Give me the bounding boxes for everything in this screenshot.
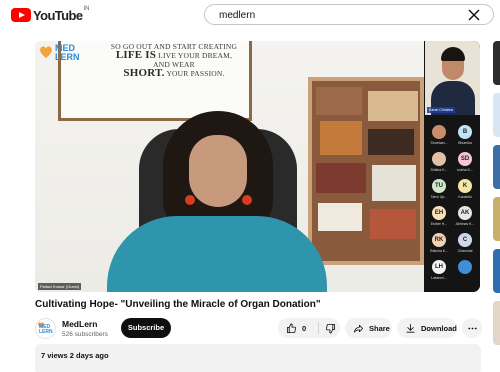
participant-tile: AK Abhinav K... [453,206,477,232]
thumbs-down-icon [326,323,336,333]
participant-tile: LH Lakshmi... [427,260,451,286]
recommendation-thumbnail[interactable] [493,249,500,293]
video-player[interactable]: SO GO OUT AND START CREATING LIFE IS LIV… [35,41,480,292]
participant-name: Chanchal [457,249,473,253]
participant-avatar: TU [432,179,446,193]
earring [185,195,195,205]
close-icon[interactable] [467,8,481,22]
participant-tile: RK Raksha K... [427,233,451,259]
poster-text: SO GO OUT AND START CREATING LIFE IS LIV… [110,42,238,79]
participant-name: sneha D... [457,168,473,172]
earring [242,195,252,205]
participant-name: Abhinav K... [455,222,475,226]
participant-tile: Shubhan... [427,125,451,151]
download-button[interactable]: Download [397,318,457,338]
country-code: IN [83,6,90,12]
youtube-play-icon [11,8,31,22]
subscribe-button[interactable]: Subscribe [121,318,171,338]
participant-avatar: EH [432,206,446,220]
participant-avatar: C [458,233,472,247]
channel-name[interactable]: MedLern [62,319,97,329]
recommendation-thumbnail[interactable] [493,301,500,345]
more-actions-button[interactable] [462,318,482,338]
participant-tile: K Kaushiki [453,179,477,205]
participant-name: Shikha K... [430,168,448,172]
like-button[interactable]: 0 [278,318,318,338]
participant-tile: C Chanchal [453,233,477,259]
participant-name: Esther H... [430,222,448,226]
participant-avatar: K [458,179,472,193]
download-icon [406,323,415,333]
participant-tile: B Bhumika [453,125,477,151]
youtube-logo[interactable]: YouTube IN [11,6,90,23]
heart-icon [40,46,52,58]
participant-avatar: B [458,125,472,139]
speaker-body [107,216,327,292]
top-bar: YouTube IN [0,0,500,30]
participant-tile: SD sneha D... [453,152,477,178]
participant-name: Lakshmi... [431,276,447,280]
participant-avatar: LH [432,260,446,274]
description-box[interactable]: 7 views 2 days ago [35,344,481,372]
participant-tile [453,260,477,286]
participant-avatar [432,125,446,139]
participant-avatar [458,260,472,274]
subscriber-count: 526 subscribers [62,331,108,338]
participant-tile: EH Esther H... [427,206,451,232]
participant-name: Tanvi Up... [430,195,448,199]
presenter-tile: Karan Chhabra [425,41,480,115]
recommendation-thumbnail[interactable] [493,41,500,85]
video-title: Cultivating Hope- "Unveiling the Miracle… [35,299,321,310]
speaker-name-tag: Pallavi Kumar (Guest) [38,283,82,290]
overlay-logo: MED LERN [38,43,98,63]
logo-wordmark: YouTube [33,7,83,23]
thumbs-up-icon [286,323,296,333]
share-icon [353,324,364,333]
participant-avatar: RK [432,233,446,247]
more-horizontal-icon [467,327,477,329]
participant-name: Bhumika [458,141,472,145]
channel-avatar[interactable]: MED LERN [35,318,56,339]
like-dislike-group: 0 [278,318,340,338]
pin-board [308,77,424,265]
participant-name: Raksha K... [429,249,449,253]
recommendation-thumbnail[interactable] [493,145,500,189]
participants-panel: Karan Chhabra Shubhan... B Bhumika Shikha K… [424,41,480,292]
recommendation-thumbnail[interactable] [493,197,500,241]
participant-avatar: SD [458,152,472,166]
video-frame: SO GO OUT AND START CREATING LIFE IS LIV… [35,41,424,292]
views-and-date: 7 views 2 days ago [41,351,109,360]
participant-name: Shubhan... [430,141,448,145]
participant-avatar: AK [458,206,472,220]
participant-tile: TU Tanvi Up... [427,179,451,205]
participant-tile: Shikha K... [427,152,451,178]
participant-avatar [432,152,446,166]
participant-name: Kaushiki [458,195,472,199]
search-input[interactable] [219,8,449,22]
dislike-button[interactable] [319,318,336,338]
speaker-face [189,135,247,207]
like-count: 0 [302,323,307,333]
share-button[interactable]: Share [345,318,392,338]
recommendation-thumbnail[interactable] [493,93,500,137]
search-box[interactable] [204,4,494,25]
presenter-name-tag: Karan Chhabra [427,107,455,113]
